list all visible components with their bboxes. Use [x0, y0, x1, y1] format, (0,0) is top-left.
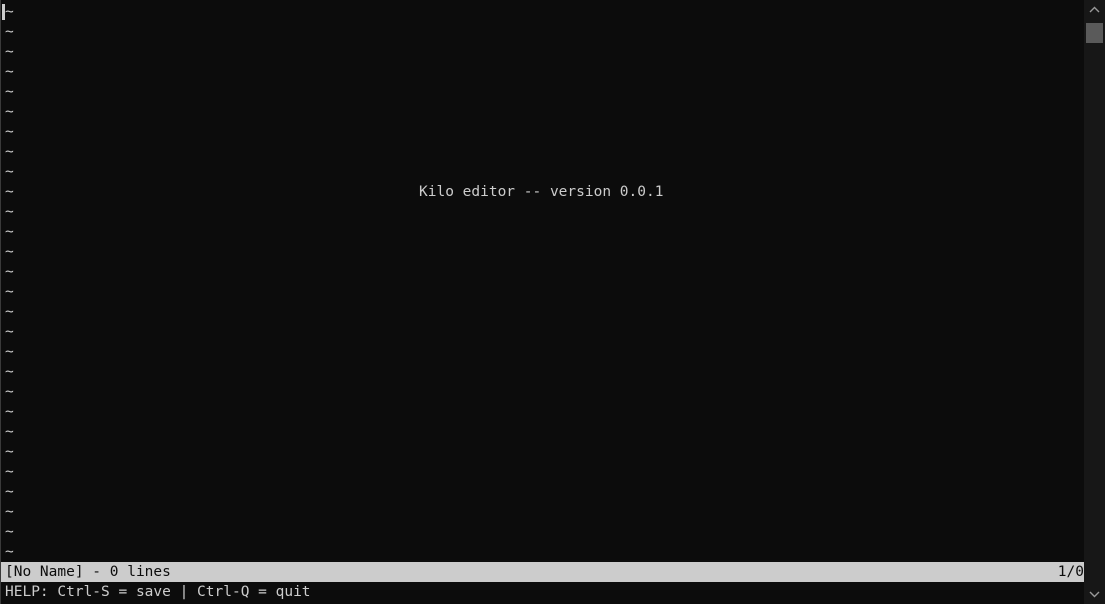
scroll-up-arrow-icon[interactable]: [1084, 0, 1105, 21]
empty-line-tilde: ~: [5, 144, 14, 160]
empty-line-tilde: ~: [5, 44, 14, 60]
status-filename: [No Name] - 0 lines: [5, 564, 171, 580]
empty-line-tilde: ~: [5, 384, 14, 400]
empty-line-tilde: ~: [5, 264, 14, 280]
terminal-window[interactable]: ~ ~ ~ ~ ~ ~ ~ ~ ~ ~ ~ ~ ~ ~ ~ ~ ~ ~ ~ ~ ~ ~ ~ ~ ~ ~ ~ ~ Kilo editor…: [0, 0, 1085, 604]
empty-line-tilde: ~: [5, 184, 14, 200]
empty-line-tilde: ~: [5, 424, 14, 440]
empty-line-tilde: ~: [5, 204, 14, 220]
empty-line-tilde: ~: [5, 244, 14, 260]
empty-line-tilde: ~: [5, 284, 14, 300]
empty-line-tilde: ~: [5, 24, 14, 40]
empty-line-tilde: ~: [5, 444, 14, 460]
empty-line-tilde: ~: [5, 84, 14, 100]
empty-line-tilde: ~: [5, 464, 14, 480]
empty-line-tilde: ~: [5, 364, 14, 380]
empty-line-tilde: ~: [5, 484, 14, 500]
empty-line-tilde: ~: [5, 64, 14, 80]
empty-line-tilde: ~: [5, 344, 14, 360]
message-bar: HELP: Ctrl-S = save | Ctrl-Q = quit: [5, 584, 311, 600]
empty-line-tilde: ~: [5, 164, 14, 180]
empty-line-tilde: ~: [5, 504, 14, 520]
empty-line-tilde: ~: [5, 304, 14, 320]
welcome-message: Kilo editor -- version 0.0.1: [419, 184, 664, 200]
status-bar: [No Name] - 0 lines 1/0: [1, 562, 1085, 582]
empty-line-tilde: ~: [5, 404, 14, 420]
empty-line-tilde: ~: [5, 104, 14, 120]
scrollbar-thumb[interactable]: [1086, 23, 1103, 43]
scroll-down-arrow-icon[interactable]: [1084, 583, 1105, 604]
empty-line-tilde: ~: [5, 124, 14, 140]
empty-line-markers: ~ ~ ~ ~ ~ ~ ~ ~ ~ ~ ~ ~ ~ ~ ~ ~ ~ ~ ~ ~ ~ ~ ~ ~ ~ ~ ~ ~: [5, 2, 14, 562]
vertical-scrollbar[interactable]: [1084, 0, 1105, 604]
empty-line-tilde: ~: [5, 324, 14, 340]
empty-line-tilde: ~: [5, 544, 14, 560]
empty-line-tilde: ~: [5, 4, 14, 20]
status-position: 1/0: [1057, 564, 1084, 580]
empty-line-tilde: ~: [5, 524, 14, 540]
empty-line-tilde: ~: [5, 224, 14, 240]
